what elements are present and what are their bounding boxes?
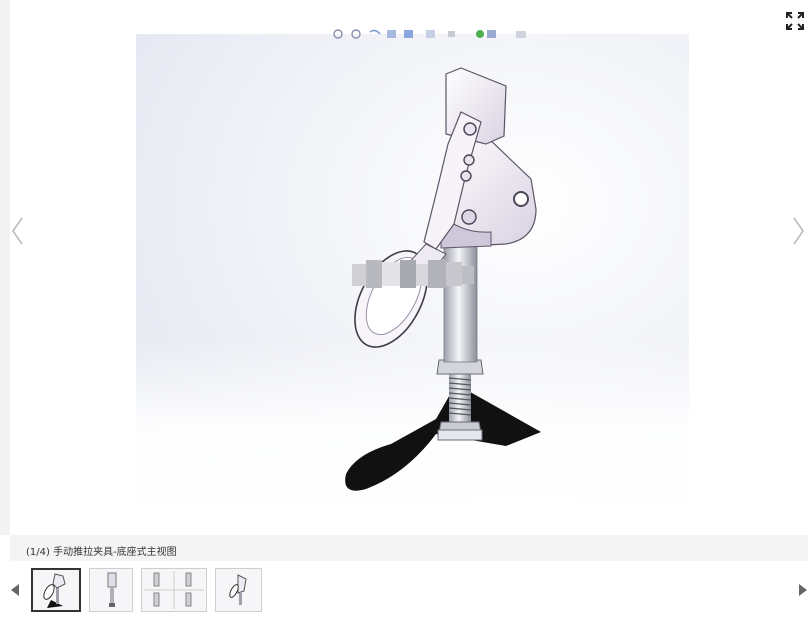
triangle-right-icon[interactable] xyxy=(798,583,808,597)
thumbnail-image xyxy=(43,573,66,608)
image-caption: (1/4) 手动推拉夹具-底座式主视图 xyxy=(26,547,177,558)
view-icon[interactable] xyxy=(387,30,396,38)
viewer-border xyxy=(0,0,10,535)
thumbnail-iso-view[interactable] xyxy=(215,568,262,612)
thumbnail-main-view[interactable] xyxy=(31,568,81,612)
hide-icon[interactable] xyxy=(448,31,455,37)
rotate-icon[interactable] xyxy=(369,29,381,35)
thumbnail-strip xyxy=(0,561,808,620)
thumbnail-side-view[interactable] xyxy=(89,568,133,612)
chevron-left-icon[interactable] xyxy=(8,214,28,248)
cad-toolbar xyxy=(333,29,526,39)
zoom-fit-icon[interactable] xyxy=(333,29,343,39)
display-icon[interactable] xyxy=(426,30,435,38)
blurred-watermark xyxy=(352,260,474,288)
thumbnail-image xyxy=(107,572,117,607)
thumbnail-image xyxy=(229,574,247,605)
zoom-icon[interactable] xyxy=(351,29,361,39)
thumbnail-drawing-sheet[interactable] xyxy=(141,568,207,612)
caption-bar: (1/4) 手动推拉夹具-底座式主视图 xyxy=(10,535,808,561)
appearance-icon[interactable] xyxy=(476,30,484,38)
chevron-right-icon[interactable] xyxy=(788,214,808,248)
expand-icon[interactable] xyxy=(786,12,804,30)
section-icon[interactable] xyxy=(404,30,413,38)
thumbnail-image xyxy=(144,571,204,609)
image-viewer xyxy=(0,0,808,535)
scene-icon[interactable] xyxy=(516,31,526,38)
triangle-left-icon[interactable] xyxy=(10,583,20,597)
